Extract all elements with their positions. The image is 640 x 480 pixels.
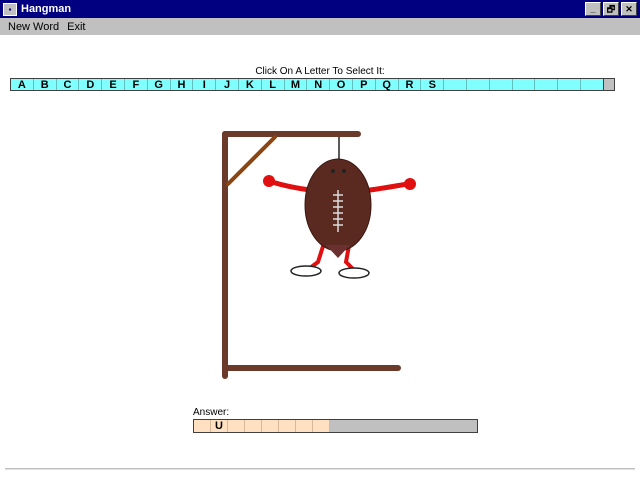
answer-letter-slot bbox=[228, 420, 245, 432]
answer-letter-slot: U bbox=[211, 420, 228, 432]
answer-letter-slot bbox=[279, 420, 296, 432]
answer-letter-slot bbox=[296, 420, 313, 432]
answer-display: U bbox=[193, 419, 478, 433]
left-shoe bbox=[290, 265, 322, 277]
hangman-drawing bbox=[222, 131, 416, 379]
gallows bbox=[222, 131, 401, 379]
answer-label: Answer: bbox=[193, 407, 230, 418]
answer-letter-slot bbox=[262, 420, 279, 432]
answer-letter-slot bbox=[313, 420, 330, 432]
status-divider bbox=[5, 468, 635, 470]
right-shoe bbox=[338, 267, 370, 279]
answer-letter-slot bbox=[245, 420, 262, 432]
answer-letter-slot bbox=[194, 420, 211, 432]
